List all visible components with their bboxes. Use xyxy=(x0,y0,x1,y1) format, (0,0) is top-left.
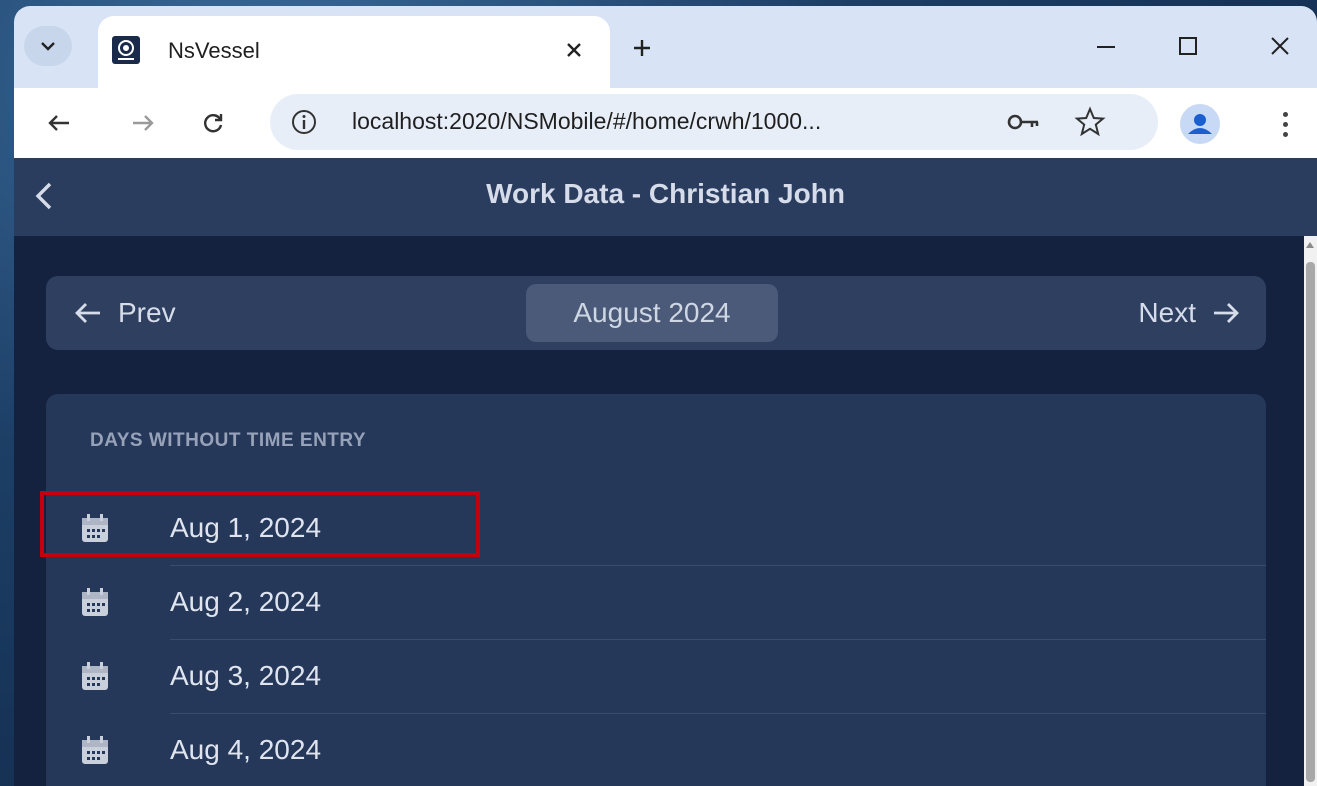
calendar-icon xyxy=(82,514,108,542)
close-icon xyxy=(567,43,581,57)
new-tab-button[interactable] xyxy=(622,28,662,68)
browser-toolbar: localhost:2020/NSMobile/#/home/crwh/1000… xyxy=(14,88,1317,158)
prev-month-button[interactable]: Prev xyxy=(74,292,176,334)
arrow-right-icon xyxy=(133,115,154,131)
menu-dot xyxy=(1282,111,1288,117)
minimize-icon xyxy=(1097,46,1115,48)
nsvessel-favicon-icon xyxy=(112,36,140,64)
tab-title: NsVessel xyxy=(168,38,260,63)
day-list-item[interactable]: Aug 2, 2024 xyxy=(46,566,1266,640)
days-without-entry-card: DAYS WITHOUT TIME ENTRY Aug 1, 2024 Aug … xyxy=(46,394,1266,786)
profile-avatar[interactable] xyxy=(1180,104,1220,144)
back-nav-button[interactable] xyxy=(36,100,82,146)
month-navigator: Prev August 2024 Next xyxy=(46,276,1266,350)
tab-search-button[interactable] xyxy=(24,26,72,66)
reload-button[interactable] xyxy=(190,100,236,146)
reload-icon xyxy=(204,114,223,133)
arrow-left-icon xyxy=(48,115,69,131)
calendar-icon xyxy=(82,736,108,764)
day-list-item[interactable]: Aug 4, 2024 xyxy=(46,714,1266,786)
menu-dot xyxy=(1282,121,1288,127)
prev-label: Prev xyxy=(118,297,176,328)
key-icon[interactable] xyxy=(1006,108,1042,136)
maximize-button[interactable] xyxy=(1160,24,1216,68)
calendar-icon xyxy=(82,588,108,616)
forward-nav-button[interactable] xyxy=(120,100,166,146)
day-label: Aug 3, 2024 xyxy=(170,660,322,691)
address-bar[interactable]: localhost:2020/NSMobile/#/home/crwh/1000… xyxy=(270,94,1158,150)
plus-icon xyxy=(634,40,650,56)
minimize-button[interactable] xyxy=(1078,24,1134,68)
close-icon xyxy=(1271,37,1289,55)
browser-tab[interactable]: NsVessel xyxy=(98,16,610,88)
calendar-icon xyxy=(82,662,108,690)
menu-dot xyxy=(1282,131,1288,137)
day-label: Aug 4, 2024 xyxy=(170,734,322,765)
day-list-item[interactable]: Aug 1, 2024 xyxy=(46,492,1266,566)
day-label: Aug 1, 2024 xyxy=(170,512,322,543)
star-icon[interactable] xyxy=(1074,106,1106,138)
person-icon xyxy=(1188,114,1212,134)
scrollbar-thumb[interactable] xyxy=(1306,262,1315,782)
arrow-left-icon xyxy=(75,303,100,323)
window-close-button[interactable] xyxy=(1252,24,1308,68)
url-text[interactable]: localhost:2020/NSMobile/#/home/crwh/1000… xyxy=(352,108,821,135)
arrow-right-icon xyxy=(1214,303,1239,323)
next-label: Next xyxy=(1138,297,1196,328)
next-month-button[interactable]: Next xyxy=(1138,292,1240,334)
maximize-icon xyxy=(1179,37,1197,55)
page-title: Work Data - Christian John xyxy=(486,178,845,209)
scroll-up-arrow[interactable] xyxy=(1306,242,1314,248)
tab-close-button[interactable] xyxy=(556,32,592,68)
browser-window: NsVessel localhost:2020/NSMobile/#/home/… xyxy=(14,6,1317,786)
browser-titlebar: NsVessel xyxy=(14,6,1317,88)
info-icon[interactable] xyxy=(290,108,318,136)
page-scrollbar[interactable] xyxy=(1304,236,1317,786)
day-label: Aug 2, 2024 xyxy=(170,586,322,617)
current-month-label[interactable]: August 2024 xyxy=(526,284,778,342)
section-heading: DAYS WITHOUT TIME ENTRY xyxy=(90,430,367,451)
day-list-item[interactable]: Aug 3, 2024 xyxy=(46,640,1266,714)
chevron-down-icon xyxy=(41,42,55,51)
browser-menu-button[interactable] xyxy=(1270,104,1300,144)
app-content: Prev August 2024 Next DAYS WITHOUT TIME … xyxy=(14,236,1304,786)
app-header: Work Data - Christian John xyxy=(14,158,1317,236)
